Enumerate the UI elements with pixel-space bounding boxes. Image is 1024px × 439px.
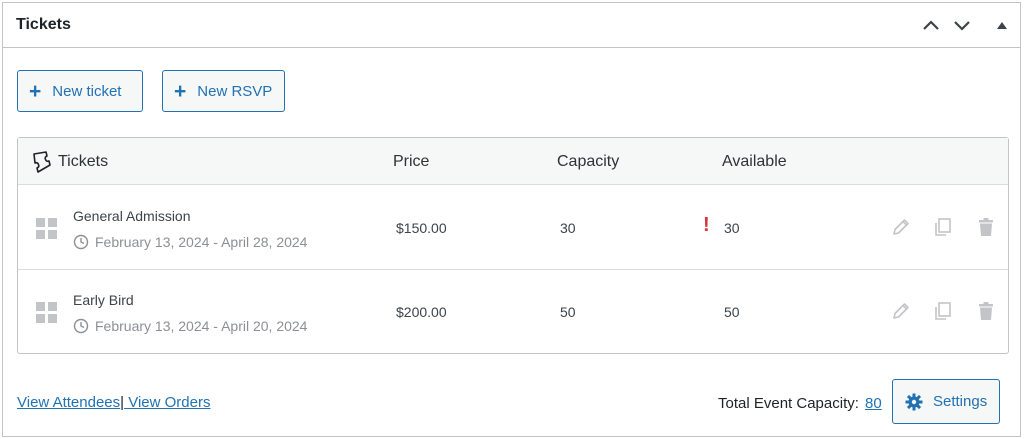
tickets-panel: Tickets + New ticket + New RSVP Tickets …	[2, 2, 1021, 437]
clock-icon	[73, 318, 89, 334]
table-row: General Admission February 13, 2024 - Ap…	[18, 186, 1008, 270]
footer-links: View Attendees| View Orders	[17, 394, 210, 411]
move-up-button[interactable]	[920, 14, 942, 36]
table-header: Tickets Price Capacity Available	[18, 138, 1008, 185]
ticket-capacity: 30	[560, 220, 576, 236]
ticket-name: Early Bird	[73, 292, 134, 308]
new-rsvp-button[interactable]: + New RSVP	[162, 70, 285, 112]
duplicate-button[interactable]	[932, 216, 954, 238]
ticket-available: 30	[724, 220, 740, 236]
drag-handle-icon[interactable]	[36, 218, 57, 239]
trash-icon	[979, 218, 993, 236]
new-rsvp-label: New RSVP	[197, 82, 273, 100]
column-header-capacity: Capacity	[557, 153, 620, 170]
column-header-tickets: Tickets	[58, 153, 109, 170]
ticket-icon	[33, 151, 51, 173]
duplicate-icon	[935, 218, 951, 236]
ticket-price: $200.00	[396, 304, 447, 320]
triangle-up-icon	[997, 22, 1007, 29]
toggle-panel-button[interactable]	[991, 14, 1013, 36]
edit-button[interactable]	[890, 300, 912, 322]
duplicate-button[interactable]	[932, 300, 954, 322]
tickets-table: Tickets Price Capacity Available General…	[17, 137, 1009, 354]
plus-icon: +	[174, 79, 187, 103]
ticket-dates: February 13, 2024 - April 20, 2024	[73, 318, 307, 334]
chevron-up-icon	[923, 20, 939, 30]
ticket-price: $150.00	[396, 220, 447, 236]
column-header-price: Price	[393, 153, 430, 170]
ticket-capacity: 50	[560, 304, 576, 320]
view-attendees-link[interactable]: View Attendees	[17, 394, 120, 411]
delete-button[interactable]	[975, 300, 997, 322]
settings-button[interactable]: Settings	[892, 379, 1000, 424]
new-ticket-button[interactable]: + New ticket	[17, 70, 143, 112]
edit-button[interactable]	[890, 216, 912, 238]
new-ticket-label: New ticket	[52, 82, 122, 100]
panel-title: Tickets	[16, 16, 71, 33]
ticket-dates: February 13, 2024 - April 28, 2024	[73, 234, 307, 250]
ticket-date-range: February 13, 2024 - April 28, 2024	[95, 234, 308, 250]
total-capacity-label: Total Event Capacity:	[718, 395, 859, 412]
column-header-available: Available	[722, 153, 787, 170]
delete-button[interactable]	[975, 216, 997, 238]
duplicate-icon	[935, 302, 951, 320]
trash-icon	[979, 302, 993, 320]
ticket-available: 50	[724, 304, 740, 320]
plus-icon: +	[29, 79, 42, 103]
move-down-button[interactable]	[951, 14, 973, 36]
drag-handle-icon[interactable]	[36, 302, 57, 323]
settings-label: Settings	[933, 393, 988, 410]
panel-header: Tickets	[3, 3, 1020, 48]
pencil-icon	[893, 303, 909, 319]
chevron-down-icon	[954, 21, 970, 31]
clock-icon	[73, 234, 89, 250]
pencil-icon	[893, 219, 909, 235]
table-row: Early Bird February 13, 2024 - April 20,…	[18, 270, 1008, 354]
warning-icon: !	[703, 214, 710, 236]
view-orders-link[interactable]: View Orders	[124, 394, 210, 411]
ticket-date-range: February 13, 2024 - April 20, 2024	[95, 318, 308, 334]
total-capacity-value[interactable]: 80	[865, 395, 882, 412]
gear-icon	[905, 393, 923, 410]
ticket-name: General Admission	[73, 208, 191, 224]
